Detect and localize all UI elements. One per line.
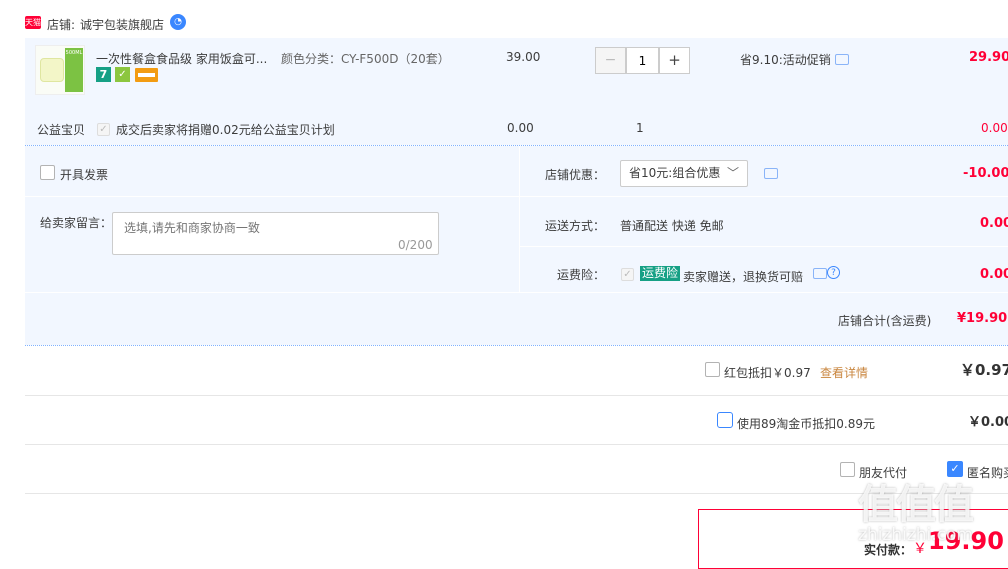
discount-amount: -10.00 [963, 166, 1008, 181]
charity-text: 成交后卖家将捐赠0.02元给公益宝贝计划 [116, 123, 335, 137]
qty-decrease-button[interactable]: − [595, 47, 626, 74]
redpacket-label: 红包抵扣￥0.97 [724, 366, 811, 380]
shipping-value: 普通配送 快递 免邮 [620, 219, 724, 233]
invoice-row-line [25, 196, 519, 197]
shop-name-link[interactable]: 诚宇包装旗舰店 [80, 16, 164, 33]
anon-label: 匿名购买 [967, 466, 1008, 480]
insurance-chat-icon[interactable] [813, 268, 827, 279]
wangwang-chat-icon[interactable]: ◔ [170, 14, 186, 30]
qty-input[interactable] [626, 47, 659, 74]
discount-selected-value: 省10元:组合优惠 [629, 166, 721, 180]
friend-pay-checkbox[interactable] [840, 462, 855, 477]
tmall-badge-icon: 天猫 [25, 16, 41, 29]
shipping-label: 运送方式： [545, 219, 606, 233]
shop-label: 店铺: [47, 18, 76, 32]
charity-checkbox[interactable]: ✓ [97, 123, 110, 136]
qty-increase-button[interactable]: + [659, 47, 690, 74]
insurance-text: 卖家赠送，退换货可赔 [683, 270, 804, 284]
insurance-amount: 0.00 [980, 267, 1008, 282]
shop-total-divider [25, 345, 1008, 346]
coins-divider [25, 444, 1008, 445]
shop-total-label: 店铺合计(含运费) [838, 314, 932, 328]
charity-price: 0.00 [507, 121, 534, 135]
coins-label: 使用89淘金币抵扣0.89元 [737, 417, 875, 431]
seven-day-return-icon: 7 [96, 67, 111, 82]
coins-checkbox[interactable] [717, 412, 733, 428]
message-textarea[interactable] [112, 212, 439, 255]
message-label: 给卖家留言： [40, 216, 113, 230]
insurance-label: 运费险： [557, 268, 606, 282]
item-subtotal: 29.90 [969, 50, 1008, 65]
discount-row-line [520, 196, 1008, 197]
insurance-checkbox[interactable]: ✓ [621, 268, 634, 281]
redpacket-details-link[interactable]: 查看详情 [820, 364, 868, 381]
invoice-label: 开具发票 [60, 168, 109, 182]
item-price: 39.00 [506, 50, 541, 64]
invoice-checkbox[interactable] [40, 165, 55, 180]
charity-qty: 1 [636, 121, 644, 135]
discount-label: 店铺优惠： [545, 168, 606, 182]
item-thumbnail[interactable]: 500ML [35, 45, 85, 95]
discount-select[interactable]: 省10元:组合优惠 ﹀ [620, 160, 748, 187]
promo-text: 省9.10:活动促销 [740, 53, 831, 67]
charity-label: 公益宝贝 [37, 123, 86, 137]
coins-value: ￥0.00 [968, 415, 1008, 430]
discount-info-icon[interactable] [764, 168, 778, 179]
guarantee-icon: ✓ [115, 67, 130, 82]
watermark-logo: 值值值 [858, 482, 974, 528]
credit-card-icon [135, 68, 158, 82]
message-counter: 0/200 [398, 238, 433, 252]
redpacket-checkbox[interactable] [705, 362, 720, 377]
insurance-badge: 运费险 [640, 266, 681, 281]
chevron-down-icon: ﹀ [726, 166, 739, 180]
charity-subtotal: 0.00 [981, 121, 1008, 135]
redpacket-value: ￥0.97 [960, 361, 1008, 379]
item-title-link[interactable]: 一次性餐盒食品级 家用饭盒可... [96, 50, 267, 67]
watermark-url: zhizhizhi.com [858, 525, 973, 545]
promo-info-icon[interactable] [835, 54, 849, 65]
item-spec: 颜色分类：CY-F500D（20套） [281, 52, 450, 66]
redpacket-divider [25, 395, 1008, 396]
shop-total-value: ¥19.90 [957, 311, 1008, 326]
options-separator [519, 146, 520, 292]
shipping-amount: 0.00 [980, 216, 1008, 231]
insurance-help-icon[interactable]: ? [827, 266, 840, 279]
shipping-row-line [520, 246, 1008, 247]
